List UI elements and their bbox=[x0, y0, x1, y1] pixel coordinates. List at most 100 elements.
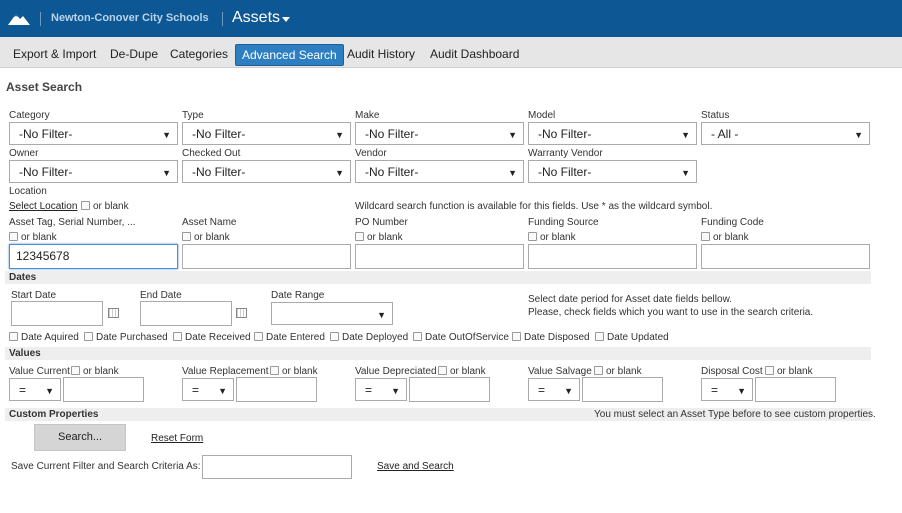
date-updated-checkbox[interactable] bbox=[595, 332, 604, 341]
date-deployed-checkbox[interactable] bbox=[330, 332, 339, 341]
warranty-vendor-label: Warranty Vendor bbox=[528, 148, 603, 159]
end-date-input[interactable] bbox=[140, 301, 232, 326]
funding-code-blank-checkbox[interactable] bbox=[701, 232, 710, 241]
date-purchased-label: Date Purchased bbox=[96, 332, 168, 343]
select-location-link[interactable]: Select Location bbox=[9, 201, 77, 212]
dropdown-arrow-icon: ▼ bbox=[737, 386, 746, 396]
disposal-cost-blank-checkbox[interactable] bbox=[765, 366, 774, 375]
save-and-search-link[interactable]: Save and Search bbox=[377, 461, 454, 472]
vendor-select[interactable]: -No Filter- ▼ bbox=[355, 160, 524, 183]
asset-tag-blank-label: or blank bbox=[21, 232, 57, 243]
owner-label: Owner bbox=[9, 148, 39, 159]
value-salvage-input[interactable] bbox=[582, 377, 663, 402]
value-depreciated-operator[interactable]: = ▼ bbox=[355, 378, 407, 401]
date-disposed-checkbox[interactable] bbox=[512, 332, 521, 341]
nav-de-dupe[interactable]: De-Dupe bbox=[104, 44, 164, 66]
date-updated-label: Date Updated bbox=[607, 332, 669, 343]
disposal-cost-input[interactable] bbox=[755, 377, 836, 402]
value-salvage-blank-checkbox[interactable] bbox=[594, 366, 603, 375]
vendor-label: Vendor bbox=[355, 148, 387, 159]
date-disposed-label: Date Disposed bbox=[524, 332, 590, 343]
disposal-cost-label: Disposal Cost bbox=[701, 366, 763, 377]
caret-down-icon[interactable] bbox=[282, 17, 290, 22]
nav-export-import[interactable]: Export & Import bbox=[7, 44, 102, 66]
value-depreciated-blank-label: or blank bbox=[450, 366, 486, 377]
status-value: - All - bbox=[711, 127, 739, 141]
asset-tag-input[interactable]: 12345678 bbox=[9, 244, 178, 269]
search-button[interactable]: Search... bbox=[34, 424, 126, 451]
asset-name-input[interactable] bbox=[182, 244, 351, 269]
funding-code-blank-label: or blank bbox=[713, 232, 749, 243]
checked-out-select[interactable]: -No Filter- ▼ bbox=[182, 160, 351, 183]
value-replacement-operator[interactable]: = ▼ bbox=[182, 378, 234, 401]
dropdown-arrow-icon: ▼ bbox=[854, 130, 863, 140]
nav-advanced-search[interactable]: Advanced Search bbox=[235, 44, 344, 66]
save-filter-label: Save Current Filter and Search Criteria … bbox=[11, 461, 201, 472]
nav-categories[interactable]: Categories bbox=[164, 44, 234, 66]
value-salvage-blank-label: or blank bbox=[606, 366, 642, 377]
make-value: -No Filter- bbox=[365, 127, 419, 141]
calendar-icon[interactable] bbox=[236, 308, 247, 318]
app-switcher[interactable]: Assets bbox=[232, 9, 280, 27]
status-select[interactable]: - All - ▼ bbox=[701, 122, 870, 145]
make-select[interactable]: -No Filter- ▼ bbox=[355, 122, 524, 145]
type-label: Type bbox=[182, 110, 204, 121]
funding-code-input[interactable] bbox=[701, 244, 870, 269]
mountain-logo-icon[interactable] bbox=[7, 10, 31, 26]
date-received-checkbox[interactable] bbox=[173, 332, 182, 341]
dropdown-arrow-icon: ▼ bbox=[377, 310, 386, 320]
nav-audit-history[interactable]: Audit History bbox=[341, 44, 421, 66]
funding-source-blank-checkbox[interactable] bbox=[528, 232, 537, 241]
model-select[interactable]: -No Filter- ▼ bbox=[528, 122, 697, 145]
reset-form-link[interactable]: Reset Form bbox=[151, 433, 203, 444]
owner-select[interactable]: -No Filter- ▼ bbox=[9, 160, 178, 183]
value-depreciated-blank-checkbox[interactable] bbox=[438, 366, 447, 375]
checked-out-label: Checked Out bbox=[182, 148, 241, 159]
dropdown-arrow-icon: ▼ bbox=[681, 168, 690, 178]
value-salvage-operator[interactable]: = ▼ bbox=[528, 378, 580, 401]
asset-tag-blank-checkbox[interactable] bbox=[9, 232, 18, 241]
status-label: Status bbox=[701, 110, 730, 121]
start-date-input[interactable] bbox=[11, 301, 103, 326]
funding-code-label: Funding Code bbox=[701, 217, 764, 228]
save-filter-name-input[interactable] bbox=[202, 455, 352, 479]
model-label: Model bbox=[528, 110, 556, 121]
po-number-input[interactable] bbox=[355, 244, 524, 269]
divider bbox=[222, 12, 223, 26]
date-entered-checkbox[interactable] bbox=[254, 332, 263, 341]
date-range-select[interactable]: ▼ bbox=[271, 302, 393, 325]
vendor-value: -No Filter- bbox=[365, 165, 419, 179]
disposal-cost-operator[interactable]: = ▼ bbox=[701, 378, 753, 401]
dropdown-arrow-icon: ▼ bbox=[45, 386, 54, 396]
value-replacement-blank-checkbox[interactable] bbox=[270, 366, 279, 375]
funding-source-input[interactable] bbox=[528, 244, 697, 269]
category-select[interactable]: -No Filter- ▼ bbox=[9, 122, 178, 145]
value-current-operator[interactable]: = ▼ bbox=[9, 378, 61, 401]
dropdown-arrow-icon: ▼ bbox=[391, 386, 400, 396]
date-deployed-label: Date Deployed bbox=[342, 332, 409, 343]
org-name: Newton-Conover City Schools bbox=[51, 12, 209, 24]
date-aquired-checkbox[interactable] bbox=[9, 332, 18, 341]
top-bar: Newton-Conover City Schools Assets bbox=[0, 0, 902, 37]
value-depreciated-input[interactable] bbox=[409, 377, 490, 402]
asset-name-blank-checkbox[interactable] bbox=[182, 232, 191, 241]
operator-value: = bbox=[711, 383, 719, 397]
location-label: Location bbox=[9, 186, 47, 197]
operator-value: = bbox=[538, 383, 546, 397]
value-depreciated-label: Value Depreciated bbox=[355, 366, 437, 377]
dropdown-arrow-icon: ▼ bbox=[335, 168, 344, 178]
type-value: -No Filter- bbox=[192, 127, 246, 141]
value-replacement-input[interactable] bbox=[236, 377, 317, 402]
type-select[interactable]: -No Filter- ▼ bbox=[182, 122, 351, 145]
po-number-blank-checkbox[interactable] bbox=[355, 232, 364, 241]
nav-audit-dashboard[interactable]: Audit Dashboard bbox=[424, 44, 525, 66]
location-blank-checkbox[interactable] bbox=[81, 201, 90, 210]
date-outofservice-checkbox[interactable] bbox=[413, 332, 422, 341]
value-current-input[interactable] bbox=[63, 377, 144, 402]
warranty-vendor-select[interactable]: -No Filter- ▼ bbox=[528, 160, 697, 183]
calendar-icon[interactable] bbox=[108, 308, 119, 318]
start-date-label: Start Date bbox=[11, 290, 57, 301]
value-current-blank-checkbox[interactable] bbox=[71, 366, 80, 375]
wildcard-note: Wildcard search function is available fo… bbox=[355, 201, 713, 212]
date-purchased-checkbox[interactable] bbox=[84, 332, 93, 341]
